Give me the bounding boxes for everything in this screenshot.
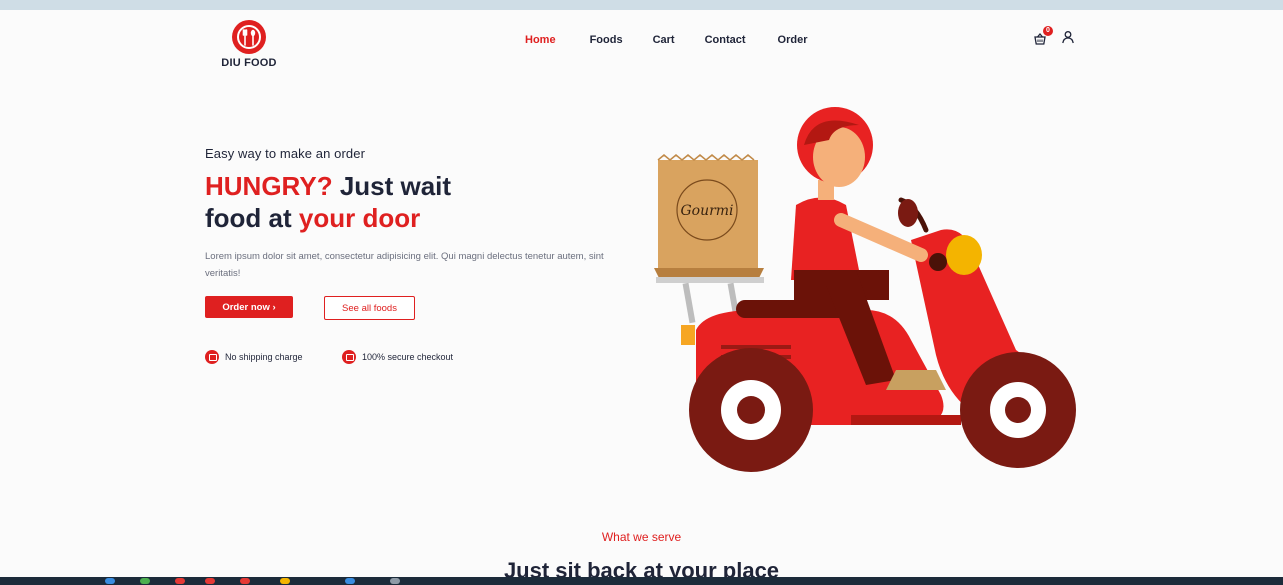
- car-icon: [205, 350, 219, 364]
- brand-logo[interactable]: DIU FOOD: [219, 20, 279, 69]
- header-icons: 0: [1033, 25, 1075, 49]
- taskbar-app-icon[interactable]: [140, 578, 150, 584]
- nav-foods[interactable]: Foods: [590, 34, 623, 46]
- nav-contact[interactable]: Contact: [705, 34, 746, 46]
- food-bag-illustration: Gourmi: [654, 154, 764, 324]
- main-nav: Home Foods Cart Contact Order: [525, 34, 808, 46]
- headline-food-at: food at: [205, 203, 299, 233]
- os-taskbar: [0, 577, 1283, 585]
- taskbar-app-icon[interactable]: [280, 578, 290, 584]
- section-eyebrow: What we serve: [601, 530, 682, 544]
- hero-subtitle: Easy way to make an order: [205, 146, 366, 161]
- cart-button[interactable]: 0: [1033, 25, 1053, 48]
- taskbar-app-icon[interactable]: [205, 578, 215, 584]
- hero-description: Lorem ipsum dolor sit amet, consectetur …: [205, 251, 604, 279]
- order-now-button[interactable]: Order now ›: [205, 296, 293, 318]
- fork-spoon-icon: [232, 20, 266, 54]
- taskbar-app-icon[interactable]: [390, 578, 400, 584]
- feature-label: No shipping charge: [225, 352, 303, 362]
- taskbar-app-icon[interactable]: [175, 578, 185, 584]
- bag-brand-text: Gourmi: [680, 203, 733, 219]
- delivery-scooter-illustration: Gourmi: [654, 107, 1076, 472]
- see-all-foods-button[interactable]: See all foods: [324, 296, 415, 320]
- headline-your-door: your door: [298, 203, 421, 233]
- page: DIU FOOD Home Foods Cart Contact Order 0…: [0, 10, 1283, 583]
- nav-home[interactable]: Home: [525, 34, 556, 46]
- feature-secure-checkout: 100% secure checkout: [342, 350, 453, 364]
- headline-just-wait: Just wait: [332, 171, 452, 201]
- taskbar-app-icon[interactable]: [240, 578, 250, 584]
- taskbar-app-icon[interactable]: [345, 578, 355, 584]
- user-button[interactable]: [1061, 30, 1075, 49]
- headline-hungry: HUNGRY?: [205, 171, 333, 201]
- shield-icon: [342, 350, 356, 364]
- taskbar-app-icon[interactable]: [105, 578, 115, 584]
- browser-top-edge: [0, 0, 1283, 10]
- cart-count-badge: 0: [1043, 25, 1053, 36]
- hero-headline: HUNGRY? Just wait food at your door: [205, 170, 565, 234]
- feature-label: 100% secure checkout: [362, 352, 454, 362]
- user-icon: [1062, 31, 1074, 44]
- feature-no-shipping: No shipping charge: [205, 350, 303, 364]
- brand-name: DIU FOOD: [221, 57, 277, 69]
- nav-cart[interactable]: Cart: [653, 34, 675, 46]
- nav-order[interactable]: Order: [778, 34, 808, 46]
